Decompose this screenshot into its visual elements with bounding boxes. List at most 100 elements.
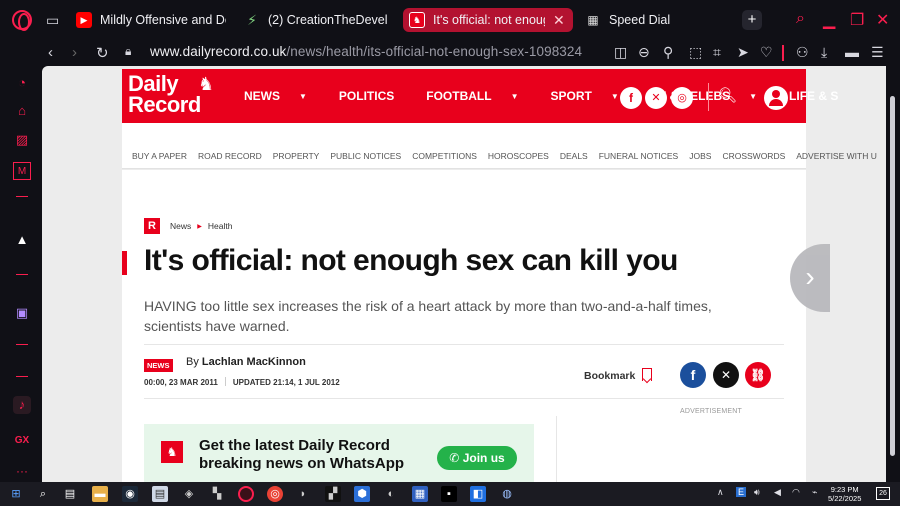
more-icon[interactable]: ··· (13, 462, 31, 480)
subnav-item[interactable]: ROAD RECORD (198, 151, 262, 161)
account-icon[interactable]: ⚇ (796, 44, 809, 61)
steam-icon[interactable]: ◉ (122, 486, 138, 502)
app4-icon[interactable]: ▞ (325, 486, 341, 502)
app9-icon[interactable]: ◧ (470, 486, 486, 502)
app-icon[interactable]: ◈ (181, 486, 197, 502)
search-tabs-icon[interactable]: ⌕ (796, 10, 805, 28)
close-tab-icon[interactable]: ✕ (553, 12, 565, 29)
section-badge[interactable]: NEWS (144, 359, 173, 372)
daily-record-icon: ♞ (409, 12, 425, 28)
speedometer-icon[interactable]: ◔ (13, 74, 31, 92)
network-icon[interactable]: ⌁ (812, 487, 817, 498)
close-window-icon[interactable]: ✕ (876, 10, 889, 30)
snapshot-icon[interactable]: ⬚ (689, 44, 702, 61)
nav-politics[interactable]: POLITICS (339, 89, 410, 103)
subnav-item[interactable]: BUY A PAPER (132, 151, 187, 161)
nav-football[interactable]: FOOTBALL ▼ (426, 89, 534, 103)
subnav-item[interactable]: ADVERTISE WITH U (796, 151, 877, 161)
no-entry-icon[interactable]: ▨ (13, 131, 31, 149)
site-logo[interactable]: Daily Record (128, 73, 201, 116)
gx-label[interactable]: GX (13, 432, 31, 450)
notifications-badge[interactable]: 26 (876, 487, 890, 500)
tab-speed-dial[interactable]: ▦ Speed Dial (585, 8, 705, 32)
opera-gx-menu-icon[interactable] (12, 10, 32, 31)
author-name[interactable]: Lachlan MacKinnon (202, 356, 306, 368)
tray-chevron-icon[interactable]: ∧ (717, 487, 724, 498)
user-account-icon[interactable] (764, 86, 788, 110)
app10-icon[interactable]: ◍ (499, 486, 515, 502)
notepad-icon[interactable]: ▤ (152, 486, 168, 502)
lock-icon[interactable]: 🔒︎ (125, 44, 131, 59)
player-icon[interactable]: M (13, 162, 31, 180)
pin-icon[interactable]: ⚲ (663, 44, 673, 61)
app5-icon[interactable]: ⬢ (354, 486, 370, 502)
search-icon[interactable]: 🔍︎ (718, 86, 737, 104)
share-x-icon[interactable]: ✕ (713, 362, 739, 388)
subnav-item[interactable]: HOROSCOPES (488, 151, 549, 161)
tab-creation[interactable]: ⚡ (2) CreationTheDevel on (244, 8, 390, 32)
scrollbar[interactable] (886, 66, 900, 482)
chrome-icon[interactable]: ◎ (267, 486, 283, 502)
bag-icon[interactable]: ⌂ (13, 102, 31, 120)
bookmark-icon[interactable] (642, 368, 652, 381)
share-facebook-icon[interactable]: f (680, 362, 706, 388)
speaker-icon[interactable]: ◀ (774, 487, 781, 498)
easy-setup-icon[interactable]: ☰ (871, 44, 884, 61)
article: R News ▶ Health It's official: not enoug… (122, 170, 806, 482)
tray-app-icon[interactable]: E (736, 487, 747, 497)
opera-gx-taskbar-icon[interactable] (238, 486, 254, 502)
minimize-icon[interactable]: ▁ (823, 10, 835, 30)
x-icon[interactable]: ✕ (645, 87, 667, 109)
forward-icon[interactable]: › (72, 44, 77, 61)
app3-icon[interactable]: ◗ (295, 486, 311, 502)
breadcrumb-health[interactable]: Health (208, 221, 233, 231)
join-whatsapp-button[interactable]: ✆ Join us (437, 446, 517, 470)
restore-icon[interactable]: ❐ (850, 10, 864, 30)
subnav-item[interactable]: PROPERTY (273, 151, 320, 161)
heart-icon[interactable]: ♡ (760, 44, 773, 61)
site-header: Daily Record ♞ NEWS ▼ POLITICS FOOTBALL ▼ … (122, 69, 838, 123)
zoom-icon[interactable]: ⊖ (638, 44, 650, 61)
clock[interactable]: 9:23 PM 5/22/2025 (828, 485, 861, 503)
advertisement-label: ADVERTISEMENT (680, 408, 742, 415)
subnav-item[interactable]: DEALS (560, 151, 588, 161)
reader-mode-icon[interactable]: ◫ (614, 44, 627, 61)
tab-island-icon[interactable]: ▭ (46, 12, 59, 28)
send-icon[interactable]: ➤ (737, 44, 749, 61)
app2-icon[interactable]: ▚ (209, 486, 225, 502)
twitch-icon[interactable]: ▣ (13, 304, 31, 322)
app7-icon[interactable]: ▦ (412, 486, 428, 502)
subnav-item[interactable]: COMPETITIONS (412, 151, 477, 161)
task-view-icon[interactable]: ▤ (62, 486, 78, 502)
app8-icon[interactable]: ▪ (441, 486, 457, 502)
tiktok-icon[interactable]: ♪ (13, 396, 31, 414)
subnav-item[interactable]: PUBLIC NOTICES (330, 151, 401, 161)
facebook-icon[interactable]: f (620, 87, 642, 109)
breadcrumb-news[interactable]: News (170, 221, 191, 231)
subnav-item[interactable]: FUNERAL NOTICES (599, 151, 679, 161)
tab-youtube[interactable]: ▶ Mildly Offensive and Dep (76, 8, 226, 32)
file-explorer-icon[interactable]: ▬ (92, 486, 108, 502)
nav-news[interactable]: NEWS ▼ (244, 89, 323, 103)
subnav-item[interactable]: CROSSWORDS (722, 151, 785, 161)
tab-daily-record[interactable]: ♞ It's official: not enoug ✕ (403, 8, 573, 32)
bookmark-label[interactable]: Bookmark (584, 370, 635, 382)
delta-icon[interactable]: ▲ (13, 231, 31, 249)
nav-life-style[interactable]: LIFE & S (789, 89, 854, 103)
battery-icon[interactable]: ▬ (845, 44, 859, 60)
back-icon[interactable]: ‹ (48, 44, 53, 61)
reload-icon[interactable]: ↻ (96, 44, 109, 62)
download-icon[interactable]: ⤓ (821, 44, 827, 61)
new-tab-button[interactable]: + (742, 10, 762, 30)
url-field[interactable]: www.dailyrecord.co.uk/news/health/its-of… (150, 44, 582, 59)
app6-icon[interactable]: ◐ (383, 486, 399, 502)
subnav-item[interactable]: JOBS (689, 151, 711, 161)
start-icon[interactable]: ⊞ (8, 486, 24, 502)
nav-tv-celebs[interactable]: TV & CELEBS▼ (651, 89, 773, 103)
wifi-icon[interactable]: ◠ (792, 487, 800, 498)
share-link-icon[interactable]: ⛓ (745, 362, 771, 388)
volume-icon[interactable]: 🔊︎ (754, 487, 760, 498)
instagram-icon[interactable]: ◎ (671, 87, 693, 109)
search-taskbar-icon[interactable]: ⌕ (35, 486, 51, 502)
crop-icon[interactable]: ⌗ (713, 44, 721, 61)
